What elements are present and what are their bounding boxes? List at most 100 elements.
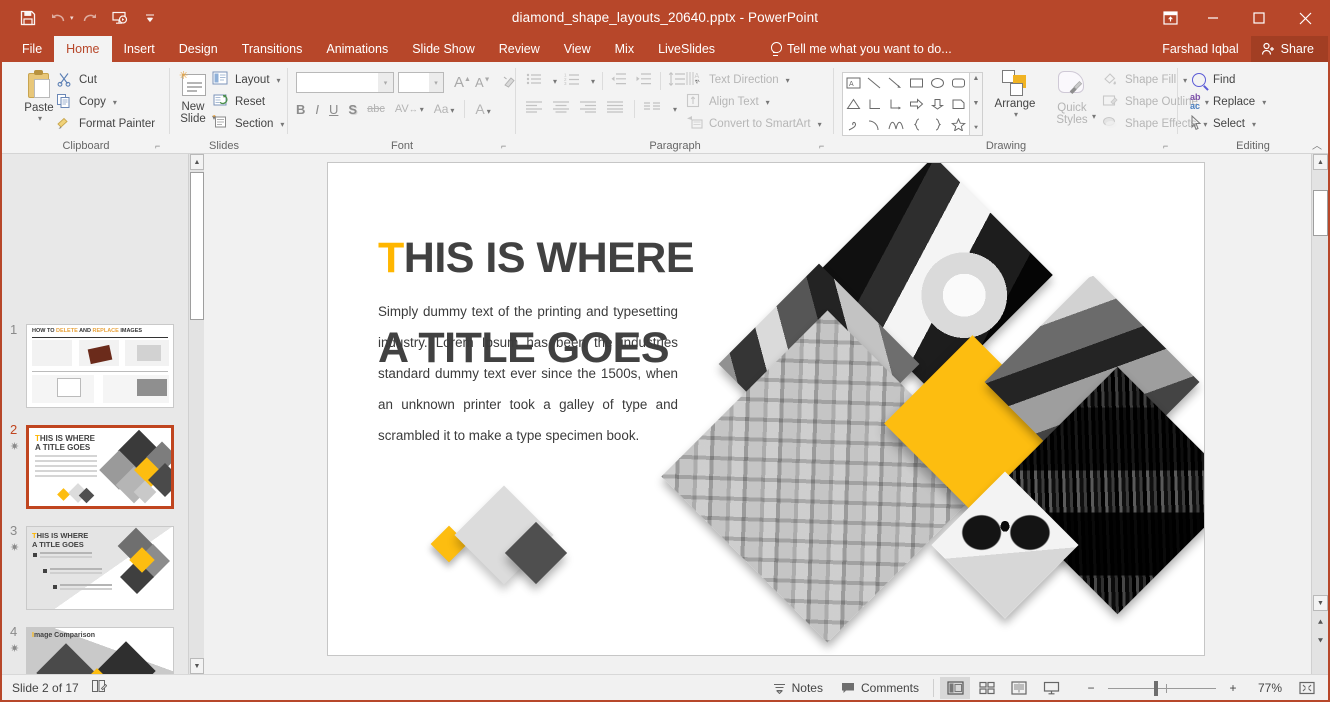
pentagon-shape[interactable] <box>948 94 969 115</box>
thumbnail-scroll-up-icon[interactable]: ▲ <box>190 154 204 170</box>
slide-show-button[interactable] <box>1036 677 1066 699</box>
decrease-font-size-button[interactable]: A▼ <box>475 75 491 90</box>
align-text-button[interactable]: Align Text ▾ <box>686 91 822 113</box>
notes-page-icon[interactable] <box>91 679 107 696</box>
share-button[interactable]: Share <box>1251 36 1328 62</box>
text-direction-dropdown-icon[interactable]: ▾ <box>786 76 790 85</box>
curve-shape[interactable] <box>885 114 906 135</box>
align-text-dropdown-icon[interactable]: ▾ <box>766 98 770 107</box>
change-case-button[interactable]: Aa▾ <box>434 102 455 116</box>
drawing-dialog-launcher[interactable]: ⌐ <box>1163 141 1173 151</box>
arrange-dropdown-icon[interactable]: ▾ <box>1014 110 1018 119</box>
user-name[interactable]: Farshad Iqbal <box>1150 36 1250 62</box>
shapes-gallery-scrollbar[interactable]: ▲ ▼ ⯆ <box>970 72 983 136</box>
align-left-icon[interactable] <box>526 100 544 118</box>
gallery-scroll-up-icon[interactable]: ▲ <box>973 75 980 82</box>
tab-file[interactable]: File <box>10 36 54 62</box>
font-size-dropdown-icon[interactable]: ▾ <box>429 73 443 92</box>
scribble-shape[interactable] <box>843 114 864 135</box>
bullets-dropdown-icon[interactable]: ▾ <box>553 77 557 86</box>
font-name-dropdown-icon[interactable]: ▾ <box>378 73 393 92</box>
numbering-dropdown-icon[interactable]: ▾ <box>591 77 595 86</box>
tell-me-search[interactable]: Tell me what you want to do... <box>770 36 952 62</box>
arrange-button[interactable]: Arrange ▾ <box>986 70 1044 119</box>
right-angle-shape[interactable] <box>864 94 885 115</box>
paste-dropdown-icon[interactable]: ▾ <box>38 114 42 123</box>
tab-design[interactable]: Design <box>167 36 230 62</box>
thumbnail-slide-1[interactable]: HOW TO DELETE AND REPLACE IMAGES <box>26 324 174 408</box>
tab-insert[interactable]: Insert <box>112 36 167 62</box>
numbering-icon[interactable]: 123 <box>564 72 582 90</box>
text-direction-button[interactable]: A Text Direction ▾ <box>686 69 822 91</box>
connector-shape[interactable] <box>885 94 906 115</box>
zoom-level[interactable]: 77% <box>1250 681 1290 695</box>
tab-home[interactable]: Home <box>54 36 111 62</box>
columns-icon[interactable] <box>644 100 662 118</box>
section-button[interactable]: Section ▾ <box>212 113 284 135</box>
bold-button[interactable]: B <box>296 102 305 117</box>
rounded-rectangle-shape[interactable] <box>948 73 969 94</box>
collapse-ribbon-button[interactable]: ︿ <box>1312 137 1322 152</box>
smartart-dropdown-icon[interactable]: ▾ <box>818 120 822 129</box>
font-color-button[interactable]: A▾ <box>475 101 490 117</box>
thumbnail-slide-2[interactable]: THIS IS WHEREA TITLE GOES <box>26 425 174 509</box>
arc-shape[interactable] <box>864 114 885 135</box>
slide-body-text[interactable]: Simply dummy text of the printing and ty… <box>378 296 678 451</box>
underline-button[interactable]: U <box>329 102 338 117</box>
layout-button[interactable]: Layout ▾ <box>212 69 284 91</box>
cut-button[interactable]: Cut <box>56 69 155 91</box>
close-button[interactable] <box>1282 0 1328 36</box>
copy-dropdown-icon[interactable]: ▾ <box>113 98 117 107</box>
right-brace-shape[interactable] <box>927 114 948 135</box>
slide-sorter-view-button[interactable] <box>972 677 1002 699</box>
thumbnail-scroll-down-icon[interactable]: ▼ <box>190 658 204 674</box>
justify-icon[interactable] <box>607 100 625 118</box>
quick-styles-button[interactable]: Quick Styles <box>1046 70 1098 126</box>
comments-button[interactable]: Comments <box>833 677 927 699</box>
reset-button[interactable]: Reset <box>212 91 284 113</box>
align-right-icon[interactable] <box>580 100 598 118</box>
zoom-in-button[interactable]: + <box>1218 677 1248 699</box>
scroll-up-icon[interactable]: ▲ <box>1313 154 1328 170</box>
increase-indent-icon[interactable] <box>635 72 653 90</box>
normal-view-button[interactable] <box>940 677 970 699</box>
convert-to-smartart-button[interactable]: Convert to SmartArt ▾ <box>686 113 822 135</box>
oval-shape[interactable] <box>927 73 948 94</box>
tab-transitions[interactable]: Transitions <box>230 36 315 62</box>
decrease-indent-icon[interactable] <box>610 72 628 90</box>
arrow-line-shape[interactable] <box>885 73 906 94</box>
paragraph-dialog-launcher[interactable]: ⌐ <box>819 141 829 151</box>
next-slide-button[interactable]: ⯆ <box>1313 633 1328 650</box>
strikethrough-button[interactable]: abc <box>367 103 385 115</box>
replace-button[interactable]: abac Replace ▾ <box>1190 91 1266 113</box>
slide-counter[interactable]: Slide 2 of 17 <box>12 681 79 695</box>
character-spacing-button[interactable]: AV↔▾ <box>395 103 424 115</box>
zoom-slider-handle[interactable] <box>1154 681 1158 696</box>
font-dialog-launcher[interactable]: ⌐ <box>501 141 511 151</box>
maximize-button[interactable] <box>1236 0 1282 36</box>
tab-review[interactable]: Review <box>487 36 552 62</box>
text-shadow-button[interactable]: S <box>348 102 357 117</box>
gallery-scroll-down-icon[interactable]: ▼ <box>973 100 980 107</box>
layout-dropdown-icon[interactable]: ▾ <box>277 76 281 85</box>
slide-vertical-scrollbar[interactable]: ▲ ▼ ⯅ ⯆ <box>1311 154 1328 674</box>
bullets-icon[interactable] <box>526 72 544 90</box>
scroll-down-icon[interactable]: ▼ <box>1313 595 1328 611</box>
reading-view-button[interactable] <box>1004 677 1034 699</box>
tab-mix[interactable]: Mix <box>603 36 646 62</box>
select-button[interactable]: Select ▾ <box>1190 113 1266 135</box>
section-dropdown-icon[interactable]: ▾ <box>280 120 284 129</box>
columns-dropdown-icon[interactable]: ▾ <box>673 105 677 114</box>
tab-animations[interactable]: Animations <box>314 36 400 62</box>
italic-button[interactable]: I <box>315 102 319 117</box>
copy-button[interactable]: Copy ▾ <box>56 91 155 113</box>
zoom-slider[interactable] <box>1108 677 1216 699</box>
slide-thumbnail-pane[interactable]: 1 HOW TO DELETE AND REPLACE IMAGES 2 ✷ T… <box>2 154 188 674</box>
current-slide[interactable]: THIS IS WHERE A TITLE GOES Simply dummy … <box>327 162 1205 656</box>
format-painter-button[interactable]: Format Painter <box>56 113 155 135</box>
line-shape[interactable] <box>864 73 885 94</box>
notes-button[interactable]: Notes <box>765 677 831 699</box>
down-arrow-shape[interactable] <box>927 94 948 115</box>
gallery-more-icon[interactable]: ⯆ <box>973 125 979 133</box>
align-center-icon[interactable] <box>553 100 571 118</box>
